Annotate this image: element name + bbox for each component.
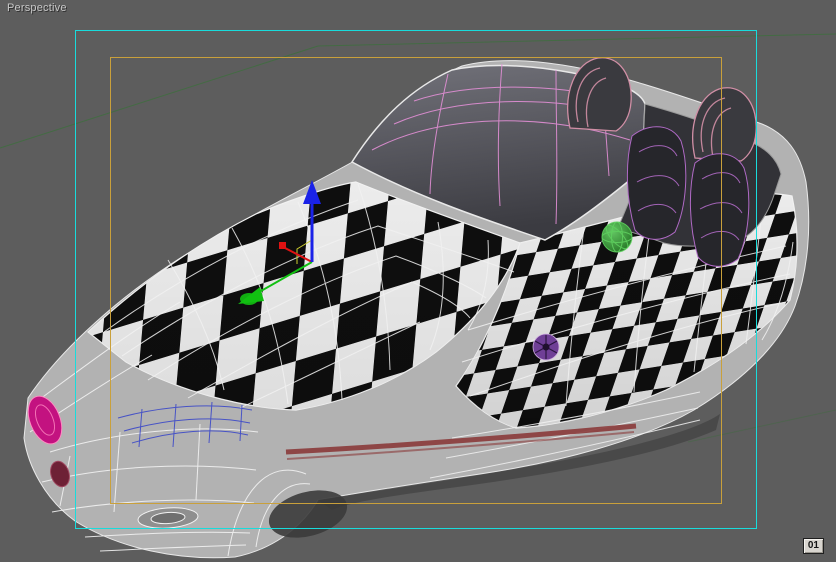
viewport-perspective[interactable]: Perspective 01: [0, 0, 836, 562]
side-emblem-purple: [532, 333, 560, 361]
green-sphere: [601, 221, 633, 253]
frame-number-badge: 01: [802, 538, 824, 554]
gizmo-x-handle[interactable]: [279, 242, 286, 249]
gizmo-y-cone[interactable]: [240, 293, 258, 305]
viewport-label[interactable]: Perspective: [7, 2, 67, 14]
scene-svg: [0, 0, 836, 562]
